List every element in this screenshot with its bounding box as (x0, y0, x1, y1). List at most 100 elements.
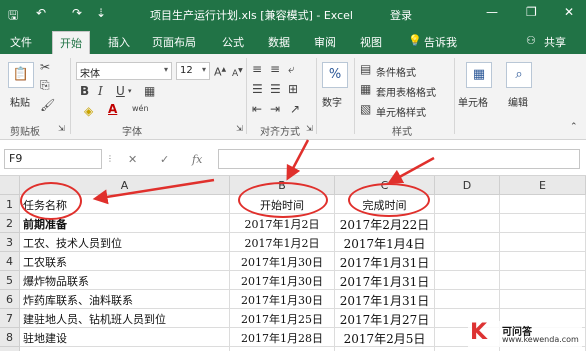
editing-button[interactable]: 编辑 (508, 94, 528, 109)
insert-function-button[interactable]: fx (192, 153, 202, 166)
underline-button[interactable]: U (116, 84, 125, 98)
undo-icon[interactable]: ↶ (36, 6, 46, 20)
minimize-button[interactable]: — (486, 5, 498, 19)
font-size-select[interactable]: 12 ▾ (176, 62, 210, 80)
shrink-font-icon[interactable]: A▼ (232, 64, 243, 81)
row-header[interactable]: 4 (0, 252, 20, 271)
cell-d1[interactable] (435, 195, 500, 214)
cell-c7[interactable]: 2017年1月27日 (335, 309, 435, 328)
borders-icon[interactable]: ▦ (144, 84, 155, 98)
cell-d9[interactable] (435, 347, 500, 351)
column-header-e[interactable]: E (500, 176, 586, 195)
cell-e6[interactable] (500, 290, 586, 309)
enter-entry-button[interactable]: ✓ (160, 153, 169, 166)
cell-a9[interactable]: 剩余人员、设备到位 (20, 347, 230, 351)
save-icon[interactable]: 🖫 (8, 6, 18, 27)
cells-button[interactable]: 单元格 (458, 94, 488, 109)
increase-indent-icon[interactable]: ⇥ (270, 102, 280, 116)
cell-styles-button[interactable]: 单元格样式 (376, 104, 426, 119)
conditional-format-button[interactable]: 条件格式 (376, 64, 416, 79)
column-header-d[interactable]: D (435, 176, 500, 195)
cell-c3[interactable]: 2017年1月4日 (335, 233, 435, 252)
cell-d3[interactable] (435, 233, 500, 252)
cells-icon[interactable]: ▦ (466, 62, 492, 88)
cell-b5[interactable]: 2017年1月30日 (230, 271, 335, 290)
name-box[interactable]: F9 (4, 149, 102, 169)
search-icon[interactable]: ⌕ (506, 62, 532, 88)
cell-a4[interactable]: 工农联系 (20, 252, 230, 271)
decrease-indent-icon[interactable]: ⇤ (252, 102, 262, 116)
row-header[interactable]: 1 (0, 195, 20, 214)
row-header[interactable]: 6 (0, 290, 20, 309)
login-link[interactable]: 登录 (390, 7, 412, 23)
tab-view[interactable]: 视图 (360, 34, 382, 50)
middle-align-icon[interactable]: ≡ (270, 62, 280, 76)
row-header[interactable]: 7 (0, 309, 20, 328)
cell-c9[interactable]: 2017年2月11日 (335, 347, 435, 351)
tab-review[interactable]: 审阅 (314, 34, 336, 50)
row-header[interactable]: 2 (0, 214, 20, 233)
cell-c5[interactable]: 2017年1月31日 (335, 271, 435, 290)
align-center-icon[interactable]: ☰ (270, 82, 281, 96)
chevron-down-icon[interactable]: ▾ (128, 84, 132, 98)
top-align-icon[interactable]: ≡ (252, 62, 262, 76)
cell-d5[interactable] (435, 271, 500, 290)
bold-button[interactable]: B (80, 84, 89, 98)
cell-b9[interactable]: 2017年2月5日 (230, 347, 335, 351)
cell-b7[interactable]: 2017年1月25日 (230, 309, 335, 328)
tab-data[interactable]: 数据 (268, 34, 290, 50)
paste-label[interactable]: 粘贴 (10, 94, 30, 109)
grow-font-icon[interactable]: A▲ (214, 63, 226, 80)
row-header[interactable]: 5 (0, 271, 20, 290)
cancel-entry-button[interactable]: ✕ (128, 153, 137, 166)
cell-e4[interactable] (500, 252, 586, 271)
cell-b6[interactable]: 2017年1月30日 (230, 290, 335, 309)
merge-center-icon[interactable]: ⊞ (288, 82, 298, 96)
cell-a5[interactable]: 爆炸物品联系 (20, 271, 230, 290)
tab-page-layout[interactable]: 页面布局 (152, 34, 196, 50)
cell-c6[interactable]: 2017年1月31日 (335, 290, 435, 309)
row-header[interactable]: 8 (0, 328, 20, 347)
cell-c8[interactable]: 2017年2月5日 (335, 328, 435, 347)
alignment-launcher-icon[interactable]: ⇲ (306, 122, 313, 136)
tab-file[interactable]: 文件 (10, 34, 32, 50)
cell-a7[interactable]: 建驻地人员、钻机班人员到位 (20, 309, 230, 328)
cell-d4[interactable] (435, 252, 500, 271)
italic-button[interactable]: I (98, 84, 103, 98)
format-painter-icon[interactable]: 🖌 (40, 98, 55, 112)
cut-icon[interactable]: ✂ (40, 60, 50, 74)
font-launcher-icon[interactable]: ⇲ (236, 122, 243, 136)
fill-color-icon[interactable]: ◈ (84, 104, 93, 118)
cell-e3[interactable] (500, 233, 586, 252)
cell-b4[interactable]: 2017年1月30日 (230, 252, 335, 271)
share-button[interactable]: 共享 (544, 34, 566, 50)
cell-c4[interactable]: 2017年1月31日 (335, 252, 435, 271)
phonetic-guide-icon[interactable]: wén (132, 102, 149, 116)
cell-e9[interactable] (500, 347, 586, 351)
cell-d2[interactable] (435, 214, 500, 233)
row-header[interactable]: 9 (0, 347, 20, 351)
cell-a3[interactable]: 工农、技术人员到位 (20, 233, 230, 252)
redo-icon[interactable]: ↷ (72, 6, 82, 20)
tab-insert[interactable]: 插入 (108, 34, 130, 50)
row-header[interactable]: 3 (0, 233, 20, 252)
paste-icon[interactable]: 📋 (8, 62, 34, 88)
tab-formulas[interactable]: 公式 (222, 34, 244, 50)
tab-home[interactable]: 开始 (52, 31, 90, 54)
cell-d6[interactable] (435, 290, 500, 309)
customize-quick-access-icon[interactable]: ⇣ (96, 6, 106, 20)
number-format-button[interactable]: 数字 (322, 94, 342, 109)
cell-b3[interactable]: 2017年1月2日 (230, 233, 335, 252)
close-button[interactable]: ✕ (564, 5, 574, 19)
wrap-text-icon[interactable]: ⤶ (288, 62, 295, 76)
format-as-table-button[interactable]: 套用表格格式 (376, 84, 436, 99)
collapse-ribbon-icon[interactable]: ⌃ (570, 120, 578, 134)
cell-a6[interactable]: 炸药库联系、油料联系 (20, 290, 230, 309)
align-left-icon[interactable]: ☰ (252, 82, 263, 96)
tell-me-search[interactable]: 告诉我 (424, 34, 457, 50)
formula-input[interactable] (218, 149, 580, 169)
restore-button[interactable]: ❐ (526, 5, 537, 19)
select-all-corner[interactable] (0, 176, 20, 195)
cell-e1[interactable] (500, 195, 586, 214)
font-name-select[interactable]: 宋体 ▾ (76, 62, 172, 80)
